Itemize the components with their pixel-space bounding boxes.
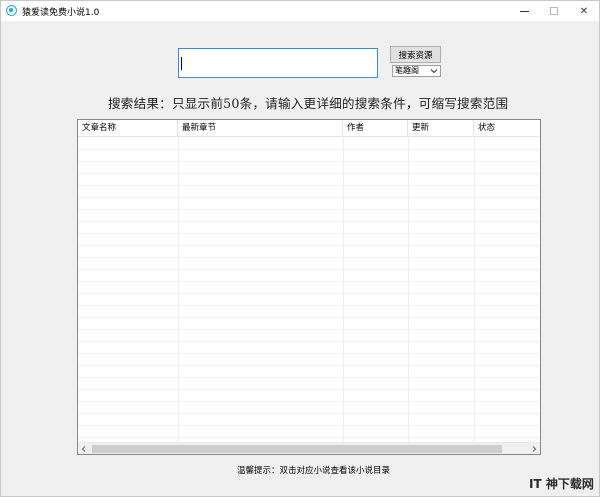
row-gridline bbox=[78, 149, 540, 150]
close-button[interactable]: ✕ bbox=[569, 1, 599, 21]
window-title: 猿爱读免费小说1.0 bbox=[22, 8, 100, 18]
chevron-down-icon bbox=[430, 69, 438, 74]
row-gridline bbox=[78, 329, 540, 330]
column-divider bbox=[474, 137, 475, 442]
table-body[interactable] bbox=[78, 137, 540, 442]
table-header: 文章名称 最新章节 作者 更新 状态 bbox=[78, 120, 540, 137]
row-gridline bbox=[78, 317, 540, 318]
row-gridline bbox=[78, 197, 540, 198]
minimize-icon bbox=[519, 10, 529, 12]
scroll-thumb[interactable] bbox=[92, 445, 502, 453]
title-bar[interactable]: 猿爱读免费小说1.0 ✕ bbox=[1, 1, 599, 21]
maximize-button[interactable] bbox=[539, 1, 569, 21]
column-divider bbox=[408, 137, 409, 442]
row-gridline bbox=[78, 185, 540, 186]
watermark-logo: IT 神下载网 bbox=[529, 477, 594, 491]
row-gridline bbox=[78, 257, 540, 258]
row-gridline bbox=[78, 269, 540, 270]
results-note: 搜索结果：只显示前50条，请输入更详细的搜索条件，可缩写搜索范围 bbox=[108, 96, 509, 111]
chevron-right-icon bbox=[532, 446, 537, 452]
chevron-left-icon bbox=[81, 446, 86, 452]
column-header-title[interactable]: 文章名称 bbox=[78, 120, 178, 137]
source-select[interactable]: 笔趣阁 bbox=[392, 65, 441, 77]
footer-tip: 温馨提示：双击对应小说查看该小说目录 bbox=[237, 466, 391, 476]
row-gridline bbox=[78, 161, 540, 162]
column-header-updated[interactable]: 更新 bbox=[408, 120, 474, 137]
column-header-latest-chapter[interactable]: 最新章节 bbox=[178, 120, 343, 137]
column-header-status[interactable]: 状态 bbox=[474, 120, 540, 137]
row-gridline bbox=[78, 353, 540, 354]
row-gridline bbox=[78, 209, 540, 210]
horizontal-scrollbar[interactable] bbox=[78, 442, 540, 454]
row-gridline bbox=[78, 389, 540, 390]
row-gridline bbox=[78, 401, 540, 402]
row-gridline bbox=[78, 365, 540, 366]
row-gridline bbox=[78, 341, 540, 342]
row-gridline bbox=[78, 413, 540, 414]
search-input[interactable] bbox=[178, 48, 378, 78]
row-gridline bbox=[78, 425, 540, 426]
row-gridline bbox=[78, 233, 540, 234]
maximize-icon bbox=[550, 7, 558, 15]
row-gridline bbox=[78, 281, 540, 282]
row-gridline bbox=[78, 293, 540, 294]
row-gridline bbox=[78, 305, 540, 306]
results-table[interactable]: 文章名称 最新章节 作者 更新 状态 bbox=[77, 119, 541, 455]
column-divider bbox=[343, 137, 344, 442]
row-gridline bbox=[78, 221, 540, 222]
column-divider bbox=[178, 137, 179, 442]
minimize-button[interactable] bbox=[509, 1, 539, 21]
row-gridline bbox=[78, 437, 540, 438]
app-icon bbox=[6, 5, 17, 16]
row-gridline bbox=[78, 245, 540, 246]
row-gridline bbox=[78, 173, 540, 174]
text-caret bbox=[181, 57, 182, 70]
scroll-right-button[interactable] bbox=[528, 443, 540, 454]
source-select-value: 笔趣阁 bbox=[395, 66, 419, 75]
search-button[interactable]: 搜索资源 bbox=[390, 46, 441, 63]
app-window: 猿爱读免费小说1.0 ✕ 搜索资源 笔趣阁 搜索结果：只显示前50条，请输入更详… bbox=[0, 0, 600, 497]
scroll-left-button[interactable] bbox=[78, 443, 90, 454]
close-icon: ✕ bbox=[579, 5, 589, 17]
row-gridline bbox=[78, 377, 540, 378]
column-header-author[interactable]: 作者 bbox=[343, 120, 408, 137]
